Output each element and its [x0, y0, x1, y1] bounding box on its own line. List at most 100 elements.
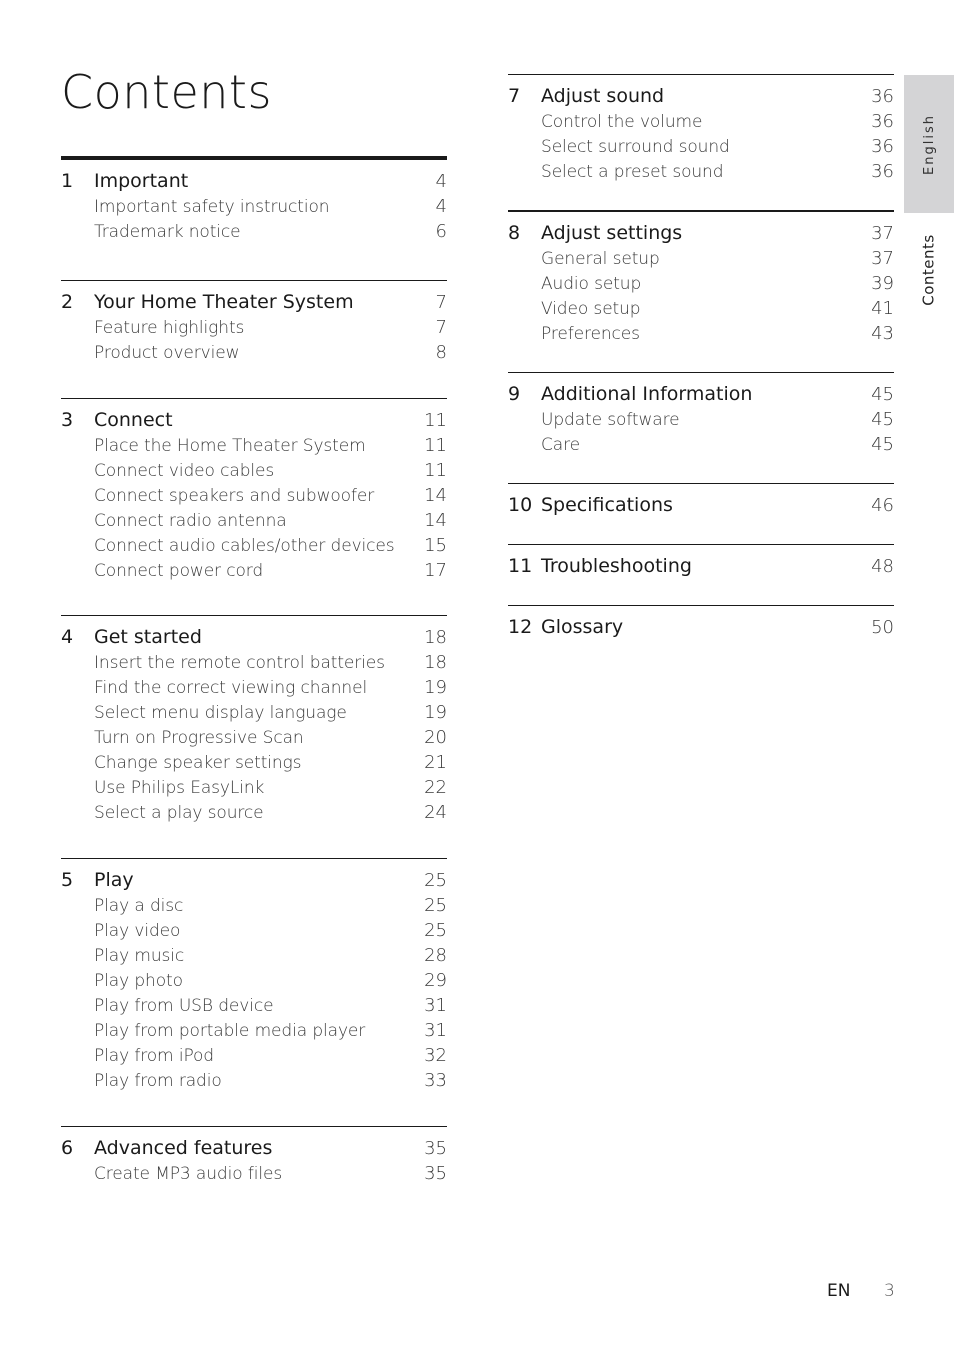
toc-subsection-entry[interactable]: Preferences 43 [508, 321, 894, 346]
chapter-title: Play [94, 869, 134, 891]
toc-subsection-entry[interactable]: Play from portable media player 31 [61, 1018, 447, 1043]
chapter-number: 4 [61, 626, 74, 648]
toc-subsection-entry[interactable]: Play from radio 33 [61, 1068, 447, 1093]
subsection-page-number: 22 [424, 777, 447, 798]
toc-section: 9 Additional Information 45 Update software… [508, 372, 894, 457]
subsection-title: Feature highlights [94, 318, 245, 338]
subsection-title: Find the correct viewing channel [94, 678, 368, 698]
chapter-page-number: 4 [435, 171, 447, 192]
subsection-title: Connect video cables [94, 461, 275, 481]
toc-subsection-entry[interactable]: Connect power cord 17 [61, 558, 447, 583]
toc-subsection-entry[interactable]: Select surround sound 36 [508, 134, 894, 159]
toc-subsection-entry[interactable]: Play music 28 [61, 943, 447, 968]
chapter-page-number: 45 [871, 384, 894, 405]
chapter-number: 7 [508, 85, 521, 107]
toc-subsection-entry[interactable]: Use Philips EasyLink 22 [61, 775, 447, 800]
toc-subsection-entry[interactable]: Connect video cables 11 [61, 458, 447, 483]
chapter-number: 5 [61, 869, 74, 891]
subsection-page-number: 32 [424, 1045, 447, 1066]
subsection-page-number: 28 [424, 945, 447, 966]
subsection-page-number: 8 [435, 342, 447, 363]
toc-subsection-entry[interactable]: Find the correct viewing channel 19 [61, 675, 447, 700]
toc-subsection-entry[interactable]: Play video 25 [61, 918, 447, 943]
side-tab-section[interactable]: Contents [904, 220, 954, 320]
chapter-number: 1 [61, 170, 74, 192]
subsection-title: Play from USB device [94, 996, 274, 1016]
toc-subsection-entry[interactable]: Turn on Progressive Scan 20 [61, 725, 447, 750]
chapter-title: Adjust settings [541, 222, 683, 244]
subsection-page-number: 18 [424, 652, 447, 673]
toc-chapter-entry[interactable]: 12 Glossary 50 [508, 615, 894, 640]
toc-chapter-entry[interactable]: 5 Play 25 [61, 868, 447, 893]
toc-section: 5 Play 25 Play a disc 25 Play video 25 Play mus… [61, 858, 447, 1093]
subsection-page-number: 33 [424, 1070, 447, 1091]
subsection-title: Audio setup [541, 274, 642, 294]
subsection-page-number: 21 [424, 752, 447, 773]
toc-subsection-entry[interactable]: Change speaker settings 21 [61, 750, 447, 775]
toc-section: 4 Get started 18 Insert the remote control … [61, 615, 447, 825]
toc-section: 6 Advanced features 35 Create MP3 audio fil… [61, 1126, 447, 1186]
toc-chapter-entry[interactable]: 11 Troubleshooting 48 [508, 554, 894, 579]
toc-left-column: 1 Important 4 Important safety instruction 4… [61, 156, 447, 1186]
toc-chapter-entry[interactable]: 8 Adjust settings 37 [508, 221, 894, 246]
subsection-title: Select a play source [94, 803, 264, 823]
subsection-title: Play video [94, 921, 181, 941]
toc-chapter-entry[interactable]: 3 Connect 11 [61, 408, 447, 433]
toc-chapter-entry[interactable]: 10 Specifications 46 [508, 493, 894, 518]
side-tab-language[interactable]: English [904, 75, 954, 213]
subsection-page-number: 7 [435, 317, 447, 338]
toc-subsection-entry[interactable]: Care 45 [508, 432, 894, 457]
footer-page-number: 3 [884, 1281, 895, 1301]
subsection-page-number: 37 [871, 248, 894, 269]
subsection-title: Select a preset sound [541, 162, 724, 182]
toc-chapter-entry[interactable]: 2 Your Home Theater System 7 [61, 290, 447, 315]
toc-chapter-entry[interactable]: 6 Advanced features 35 [61, 1136, 447, 1161]
toc-subsection-entry[interactable]: Feature highlights 7 [61, 315, 447, 340]
toc-subsection-entry[interactable]: Play from USB device 31 [61, 993, 447, 1018]
toc-chapter-entry[interactable]: 7 Adjust sound 36 [508, 84, 894, 109]
toc-chapter-entry[interactable]: 9 Additional Information 45 [508, 382, 894, 407]
toc-chapter-entry[interactable]: 1 Important 4 [61, 169, 447, 194]
subsection-title: Select menu display language [94, 703, 347, 723]
chapter-page-number: 50 [871, 617, 894, 638]
toc-subsection-entry[interactable]: Product overview 8 [61, 340, 447, 365]
toc-subsection-entry[interactable]: Connect speakers and subwoofer 14 [61, 483, 447, 508]
chapter-title: Additional Information [541, 383, 753, 405]
toc-subsection-entry[interactable]: Trademark notice 6 [61, 219, 447, 244]
toc-subsection-entry[interactable]: Create MP3 audio files 35 [61, 1161, 447, 1186]
side-tab-language-label: English [921, 113, 937, 175]
toc-subsection-entry[interactable]: Video setup 41 [508, 296, 894, 321]
chapter-number: 2 [61, 291, 74, 313]
toc-subsection-entry[interactable]: Important safety instruction 4 [61, 194, 447, 219]
toc-subsection-entry[interactable]: Insert the remote control batteries 18 [61, 650, 447, 675]
footer-language-code: EN [827, 1281, 851, 1301]
toc-subsection-entry[interactable]: General setup 37 [508, 246, 894, 271]
subsection-page-number: 6 [435, 221, 447, 242]
subsection-title: Important safety instruction [94, 197, 330, 217]
subsection-title: Connect power cord [94, 561, 264, 581]
chapter-title: Adjust sound [541, 85, 665, 107]
chapter-number: 12 [508, 616, 533, 638]
chapter-number: 11 [508, 555, 533, 577]
toc-subsection-entry[interactable]: Select a preset sound 36 [508, 159, 894, 184]
toc-subsection-entry[interactable]: Connect audio cables/other devices 15 [61, 533, 447, 558]
subsection-title: Connect radio antenna [94, 511, 287, 531]
toc-subsection-entry[interactable]: Select a play source 24 [61, 800, 447, 825]
subsection-title: Create MP3 audio files [94, 1164, 283, 1184]
chapter-title: Troubleshooting [541, 555, 692, 577]
chapter-page-number: 48 [871, 556, 894, 577]
chapter-title: Important [94, 170, 189, 192]
toc-subsection-entry[interactable]: Play from iPod 32 [61, 1043, 447, 1068]
toc-subsection-entry[interactable]: Audio setup 39 [508, 271, 894, 296]
toc-subsection-entry[interactable]: Play a disc 25 [61, 893, 447, 918]
toc-subsection-entry[interactable]: Select menu display language 19 [61, 700, 447, 725]
subsection-page-number: 15 [424, 535, 447, 556]
toc-subsection-entry[interactable]: Place the Home Theater System 11 [61, 433, 447, 458]
toc-subsection-entry[interactable]: Update software 45 [508, 407, 894, 432]
subsection-title: Video setup [541, 299, 641, 319]
toc-subsection-entry[interactable]: Play photo 29 [61, 968, 447, 993]
toc-subsection-entry[interactable]: Connect radio antenna 14 [61, 508, 447, 533]
toc-subsection-entry[interactable]: Control the volume 36 [508, 109, 894, 134]
toc-chapter-entry[interactable]: 4 Get started 18 [61, 625, 447, 650]
subsection-title: Place the Home Theater System [94, 436, 366, 456]
